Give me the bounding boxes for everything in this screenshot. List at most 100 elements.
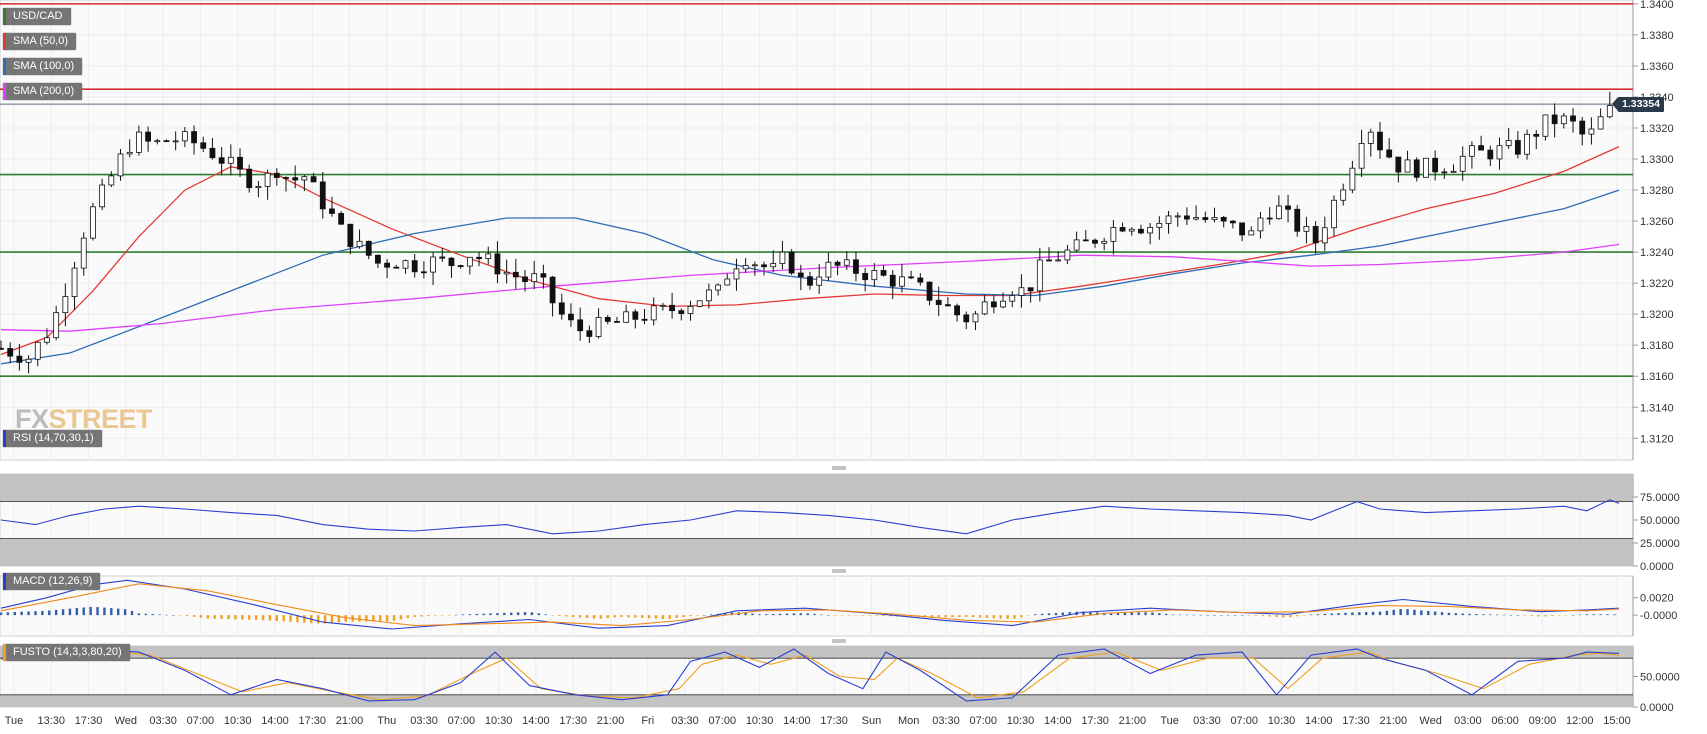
macd-histogram-bar bbox=[379, 615, 382, 622]
macd-histogram-bar bbox=[27, 611, 30, 616]
rsi-upper-band bbox=[0, 474, 1633, 502]
macd-histogram-bar bbox=[385, 615, 389, 622]
macd-histogram-bar bbox=[675, 615, 678, 619]
candle-body bbox=[1496, 145, 1503, 160]
chart-canvas[interactable]: Tue 13:30 17:30 Wed 03:30 07:00 10:30 14:00 17:3… bbox=[0, 0, 1707, 729]
macd-histogram-bar bbox=[1261, 615, 1264, 617]
macd-histogram-bar bbox=[806, 613, 809, 616]
macd-histogram-bar bbox=[1392, 609, 1395, 616]
macd-histogram-bar bbox=[1323, 613, 1327, 616]
x-tick-label: 10:30 bbox=[1268, 715, 1296, 727]
macd-histogram-bar bbox=[1502, 614, 1506, 616]
candle bbox=[338, 211, 345, 225]
chart-stage: Tue 13:30 17:30 Wed 03:30 07:00 10:30 14:00 17:3… bbox=[0, 0, 1707, 729]
candle-body bbox=[862, 272, 869, 281]
candle-body bbox=[485, 253, 492, 260]
legend-macd[interactable]: MACD (12,26,9) bbox=[3, 573, 101, 590]
x-tick-label: 03:30 bbox=[149, 715, 177, 727]
candle-body bbox=[1257, 217, 1264, 232]
macd-histogram-bar bbox=[220, 615, 223, 619]
candle-body bbox=[1377, 131, 1383, 151]
macd-histogram-bar bbox=[475, 613, 478, 616]
price-y-tick-label: 1.3240 bbox=[1640, 247, 1674, 259]
candle-body bbox=[181, 131, 188, 142]
candle-body bbox=[1036, 259, 1043, 292]
legend-fusto[interactable]: FUSTO (14,3,3,80,20) bbox=[3, 644, 130, 661]
price-y-tick-label: 1.3140 bbox=[1640, 402, 1674, 414]
candle-body bbox=[1000, 300, 1006, 308]
macd-histogram-bar bbox=[192, 615, 196, 617]
candle-body bbox=[503, 271, 510, 275]
x-tick-label: Tue bbox=[5, 715, 24, 727]
macd-histogram-bar bbox=[427, 615, 430, 617]
legend-sma-200[interactable]: SMA (200,0) bbox=[3, 83, 83, 100]
candle-body bbox=[843, 259, 850, 266]
candle-body bbox=[1285, 205, 1291, 210]
candle-body bbox=[1367, 131, 1374, 144]
candle-body bbox=[1027, 287, 1034, 292]
legend-sma-50[interactable]: SMA (50,0) bbox=[3, 33, 77, 50]
logo-street: STREET bbox=[48, 404, 153, 434]
macd-histogram-bar bbox=[1447, 612, 1451, 616]
macd-histogram-bar bbox=[1233, 615, 1237, 616]
macd-histogram-bar bbox=[1495, 614, 1499, 616]
macd-histogram-bar bbox=[158, 614, 161, 616]
macd-histogram-bar bbox=[682, 615, 685, 618]
candle-body bbox=[944, 304, 951, 307]
candle-body bbox=[1570, 115, 1576, 122]
candle-body bbox=[889, 274, 896, 287]
price-y-tick-label: 1.3300 bbox=[1640, 154, 1674, 166]
candle-body bbox=[1119, 227, 1126, 232]
macd-histogram-bar bbox=[1158, 613, 1161, 616]
macd-histogram-bar bbox=[1427, 610, 1430, 616]
x-tick-label: 17:30 bbox=[1342, 715, 1370, 727]
candle-body bbox=[1560, 115, 1567, 125]
macd-histogram-bar bbox=[1358, 612, 1361, 616]
candle-body bbox=[1404, 159, 1411, 173]
macd-histogram-bar bbox=[765, 614, 768, 616]
candle-body bbox=[1101, 240, 1108, 244]
macd-histogram-bar bbox=[1268, 615, 1271, 617]
candle-body bbox=[163, 140, 170, 143]
macd-histogram-bar bbox=[303, 615, 306, 623]
macd-histogram-bar bbox=[1027, 615, 1030, 616]
candle-body bbox=[660, 304, 666, 307]
candle-body bbox=[733, 268, 740, 280]
candle-body bbox=[402, 260, 409, 269]
macd-histogram-bar bbox=[1571, 614, 1575, 616]
macd-histogram-bar bbox=[1564, 615, 1568, 616]
candle-body bbox=[375, 254, 381, 264]
candle-body bbox=[494, 253, 501, 275]
candle-body bbox=[34, 341, 41, 360]
rsi-y-tick-label: 50.0000 bbox=[1640, 515, 1680, 527]
macd-histogram-bar bbox=[1516, 615, 1520, 616]
candle bbox=[90, 202, 96, 241]
candle-body bbox=[595, 317, 602, 337]
macd-histogram-bar bbox=[48, 610, 51, 616]
legend-macd-label: MACD (12,26,9) bbox=[13, 575, 93, 587]
macd-histogram-bar bbox=[572, 615, 575, 617]
macd-histogram-bar bbox=[937, 615, 940, 618]
candle-body bbox=[1156, 222, 1163, 228]
x-tick-label: 17:30 bbox=[559, 715, 587, 727]
legend-symbol[interactable]: USD/CAD bbox=[3, 8, 71, 25]
candle-body bbox=[669, 304, 676, 312]
x-tick-label: 06:00 bbox=[1491, 715, 1519, 727]
price-y-tick-label: 1.3280 bbox=[1640, 185, 1674, 197]
macd-histogram-bar bbox=[510, 612, 513, 616]
candle-body bbox=[1174, 215, 1181, 218]
legend-sma-100[interactable]: SMA (100,0) bbox=[3, 58, 83, 75]
candle-body bbox=[981, 301, 988, 315]
macd-y-axis: 0.0020 -0.0000 bbox=[1632, 576, 1677, 636]
candle-body bbox=[1073, 239, 1080, 251]
candle bbox=[117, 149, 124, 181]
macd-histogram-bar bbox=[530, 612, 534, 616]
macd-histogram-bar bbox=[434, 615, 437, 616]
candle-body bbox=[319, 181, 326, 210]
macd-histogram-bar bbox=[1585, 614, 1589, 616]
macd-histogram-bar bbox=[41, 610, 44, 616]
candle-body bbox=[935, 299, 942, 306]
price-y-tick-label: 1.3260 bbox=[1640, 216, 1674, 228]
macd-histogram-bar bbox=[1344, 612, 1347, 616]
macd-histogram-bar bbox=[606, 615, 609, 619]
